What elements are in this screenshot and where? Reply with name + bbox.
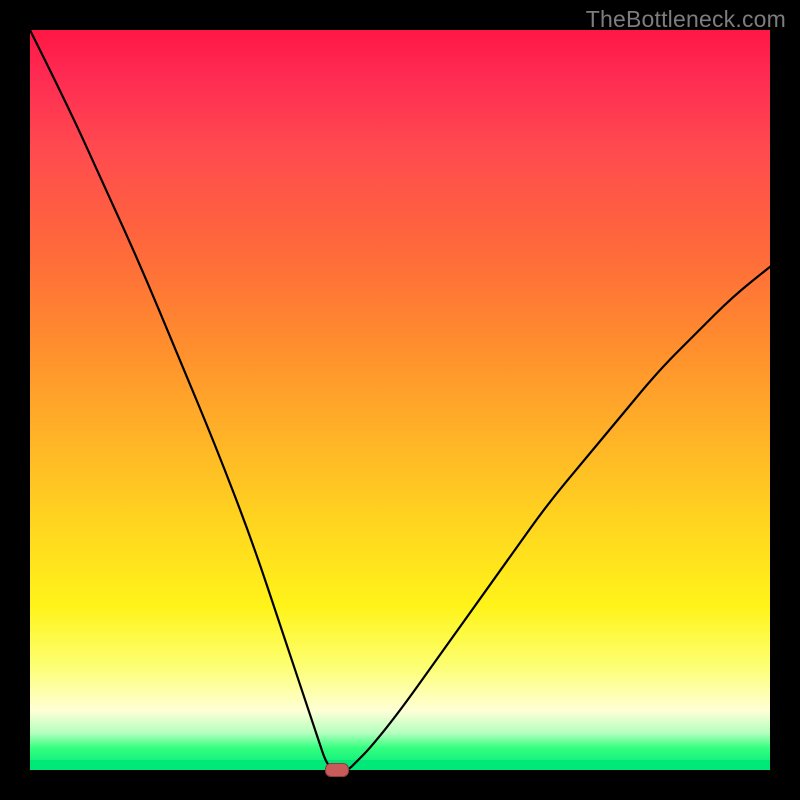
plot-area [30, 30, 770, 770]
chart-frame: TheBottleneck.com [0, 0, 800, 800]
bottleneck-curve [30, 30, 770, 770]
watermark-text: TheBottleneck.com [586, 6, 786, 33]
optimal-marker [325, 763, 349, 777]
curve-svg [30, 30, 770, 770]
